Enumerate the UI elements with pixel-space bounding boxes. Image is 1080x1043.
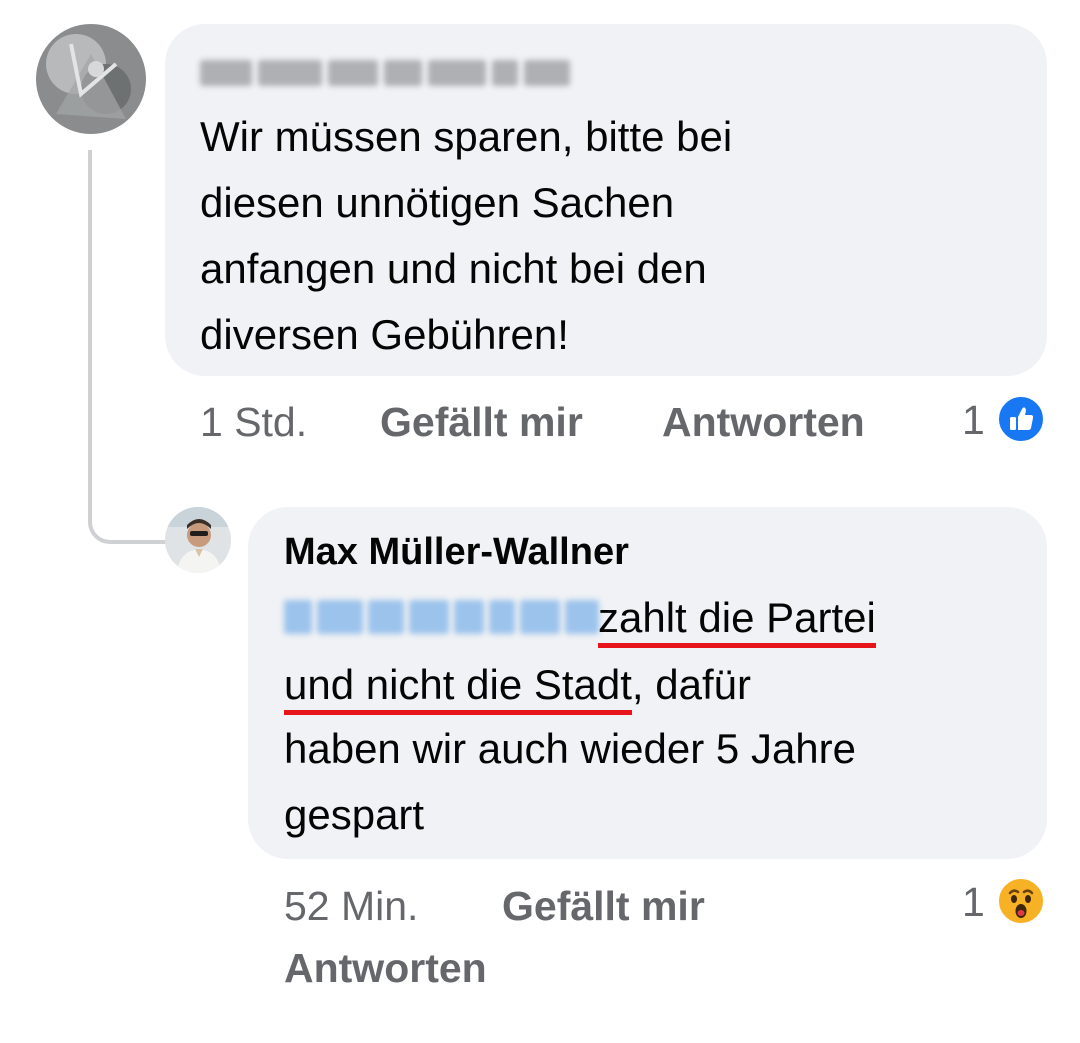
reply-button[interactable]: Antworten [662, 398, 865, 446]
comment-text-line: diesen unnötigen Sachen [200, 179, 675, 226]
reply-reply-button[interactable]: Antworten [284, 944, 487, 992]
commenter-avatar[interactable] [36, 24, 146, 134]
reply-text-segment: , dafür [631, 661, 751, 708]
comment-text-line: diversen Gebühren! [200, 311, 569, 358]
red-underline-highlight: zahlt die Partei [598, 594, 876, 648]
reply-reaction-count[interactable]: 1 [962, 878, 985, 926]
mention-tag-blurred[interactable] [284, 600, 599, 634]
like-icon[interactable] [996, 394, 1046, 444]
reply-author-avatar[interactable] [165, 507, 231, 573]
reply-like-button[interactable]: Gefällt mir [502, 882, 705, 930]
reaction-count[interactable]: 1 [962, 396, 985, 444]
thread-connector-line [88, 150, 172, 544]
reply-timestamp[interactable]: 52 Min. [284, 882, 418, 930]
red-underline-highlight: und nicht die Stadt [284, 661, 632, 715]
reply-text-line: gespart [284, 791, 425, 838]
reply-text-line: und nicht die Stadt, dafür [284, 652, 751, 718]
reply-author-name[interactable]: Max Müller-Wallner [284, 531, 629, 574]
reply-text-line: zahlt die Partei [598, 585, 876, 651]
comment-timestamp[interactable]: 1 Std. [200, 398, 307, 446]
comment-text-line: anfangen und nicht bei den [200, 245, 707, 292]
wow-icon[interactable] [996, 876, 1046, 926]
comment-text-line: Wir müssen sparen, bitte bei [200, 113, 733, 160]
like-button[interactable]: Gefällt mir [380, 398, 583, 446]
comment-text: Wir müssen sparen, bitte bei diesen unnö… [200, 104, 732, 368]
reply-text-line: haben wir auch wieder 5 Jahre [284, 725, 857, 772]
commenter-name-blurred[interactable] [200, 60, 570, 86]
